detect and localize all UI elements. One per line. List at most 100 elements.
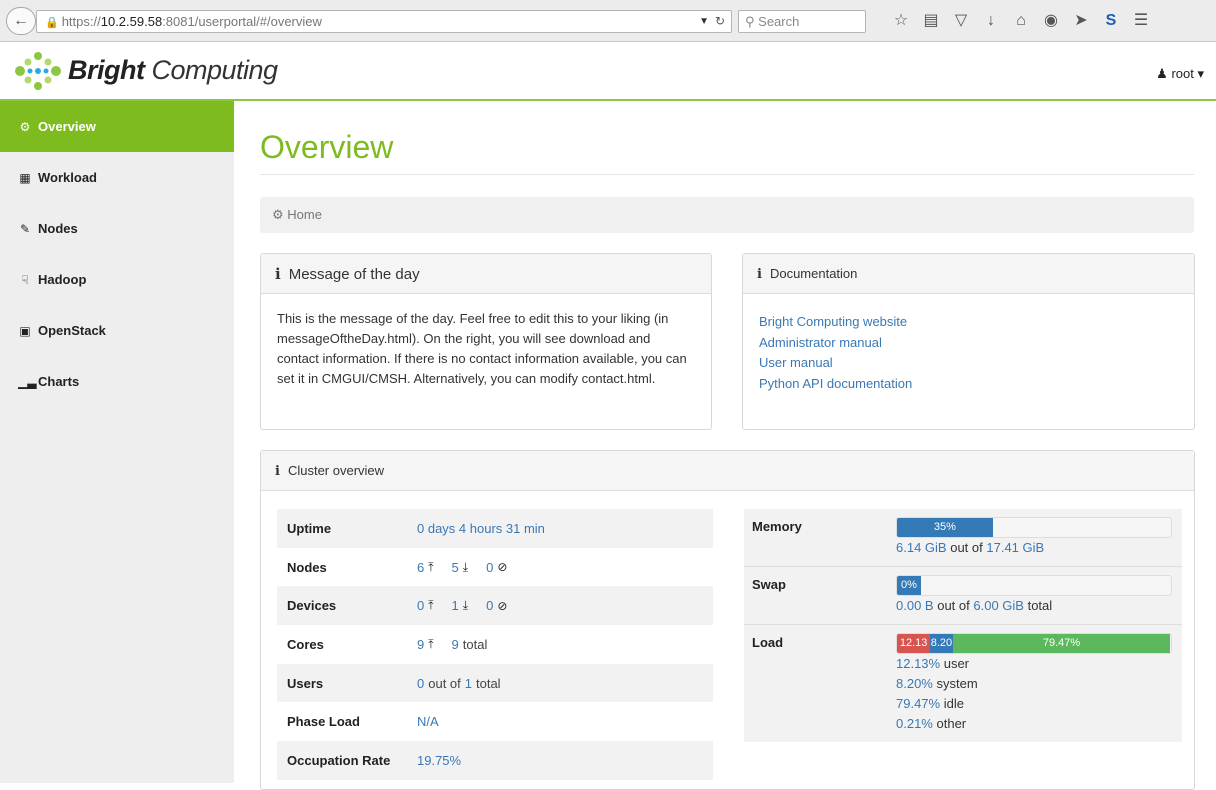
search-input[interactable]: ⚲ Search — [738, 10, 866, 33]
load-idle-segment: 79.47% — [952, 634, 1171, 653]
download-icon[interactable]: ↓ — [980, 10, 1002, 32]
users-total[interactable]: 1 — [465, 676, 472, 691]
sidebar-item-openstack[interactable]: ▣ OpenStack — [0, 305, 234, 356]
arrow-circle-down-icon: ⤓ — [462, 598, 469, 613]
memory-progress-bar: 35% — [896, 517, 1172, 538]
send-icon[interactable]: ➤ — [1070, 10, 1092, 32]
users-active[interactable]: 0 — [417, 676, 424, 691]
arrow-circle-up-icon: ⤒ — [428, 559, 434, 574]
devices-label: Devices — [287, 598, 337, 614]
cores-up[interactable]: 9 — [417, 637, 424, 652]
url-bar[interactable]: 🔒 https://10.2.59.58:8081/userportal/#/ov… — [36, 10, 732, 33]
load-user-segment: 12.13 — [897, 634, 931, 653]
documentation-panel: i Documentation Bright Computing website … — [742, 253, 1195, 430]
hand-icon: ☟ — [21, 272, 29, 287]
caret-down-icon: ▾ — [1197, 66, 1204, 81]
info-icon: i — [275, 265, 281, 283]
nodes-up[interactable]: 5 — [452, 560, 459, 575]
sidebar-item-workload[interactable]: ▦ Workload — [0, 152, 234, 203]
load-progress-bar: 12.13 8.20 79.47% — [896, 633, 1172, 654]
devices-closed[interactable]: 0 — [486, 598, 493, 613]
url-path: :8081/userportal/#/overview — [162, 14, 322, 29]
table-row: Nodes 6 ⤒ 5 ⤓ 0 ⊘ — [277, 548, 713, 587]
cores-value: 9 ⤒ 9 total — [417, 637, 487, 652]
cluster-stats-table: Uptime 0 days 4 hours 31 min Nodes 6 ⤒ 5 ⤓… — [277, 509, 713, 780]
occupation-rate-label: Occupation Rate — [287, 752, 391, 768]
dashboard-icon: ⚙ — [272, 207, 284, 222]
cluster-overview-header: i Cluster overview — [261, 451, 1194, 491]
occupation-rate-value: 19.75% — [417, 752, 462, 768]
doc-link-website[interactable]: Bright Computing website — [759, 312, 1178, 333]
documentation-header: i Documentation — [743, 254, 1194, 294]
documentation-links: Bright Computing website Administrator m… — [743, 294, 1194, 412]
cluster-overview-panel: i Cluster overview Uptime 0 days 4 hours … — [260, 450, 1195, 790]
table-row: Cores 9 ⤒ 9 total — [277, 625, 713, 664]
motd-header: i Message of the day — [261, 254, 711, 294]
lock-icon: 🔒 — [45, 17, 59, 29]
load-user-text: 12.13% user — [896, 656, 970, 671]
memory-label: Memory — [752, 519, 802, 534]
sidebar-item-label: Hadoop — [38, 272, 87, 287]
swap-label: Swap — [752, 577, 786, 592]
back-button[interactable]: ← — [6, 7, 36, 35]
chat-icon[interactable]: ◉ — [1040, 10, 1062, 32]
users-label: Users — [287, 675, 324, 691]
table-row: Users 0 out of 1 total — [277, 663, 713, 703]
swap-text: 0.00 B out of 6.00 GiB total — [896, 598, 1053, 613]
uptime-label: Uptime — [287, 520, 332, 536]
url-dropdown-icon[interactable]: ▼ — [699, 11, 709, 32]
cores-total[interactable]: 9 — [452, 637, 459, 652]
user-menu[interactable]: ♟ root ▾ — [1156, 66, 1204, 82]
arrow-circle-up-icon: ⤒ — [428, 636, 434, 651]
breadcrumb-home[interactable]: Home — [287, 207, 322, 222]
sidebar-item-overview[interactable]: ⚙ Overview — [0, 101, 234, 152]
sidebar-item-charts[interactable]: ▁▃ Charts — [0, 356, 234, 407]
load-idle-text: 79.47% idle — [896, 696, 964, 711]
nodes-value: 6 ⤒ 5 ⤓ 0 ⊘ — [417, 560, 507, 575]
s-extension-icon[interactable]: S — [1100, 10, 1122, 32]
motd-title: Message of the day — [288, 266, 420, 283]
arrow-circle-down-icon: ⤓ — [462, 559, 469, 574]
doc-link-python-api[interactable]: Python API documentation — [759, 374, 1178, 395]
load-other-text: 0.21% other — [896, 716, 967, 731]
menu-icon[interactable]: ☰ — [1130, 10, 1152, 32]
sidebar-item-label: Workload — [38, 170, 97, 185]
home-icon[interactable]: ⌂ — [1010, 10, 1032, 32]
devices-up[interactable]: 0 — [417, 598, 424, 613]
bright-logo-icon — [15, 52, 61, 90]
dashboard-icon: ⚙ — [19, 119, 31, 134]
total-word: total — [476, 675, 501, 691]
table-row: Uptime 0 days 4 hours 31 min — [277, 509, 713, 548]
reading-list-icon[interactable]: ▤ — [920, 10, 942, 32]
ban-icon: ⊘ — [497, 598, 508, 613]
search-placeholder: Search — [758, 14, 800, 29]
brand-name: Bright Computing — [68, 55, 278, 85]
edit-icon: ✎ — [19, 221, 31, 236]
nodes-closed[interactable]: 0 — [486, 560, 493, 575]
load-system-segment: 8.20 — [930, 634, 953, 653]
motd-text: This is the message of the day. Feel fre… — [277, 311, 687, 386]
memory-used-segment: 35% — [897, 518, 993, 537]
app-header: Bright Computing ♟ root ▾ — [0, 42, 1216, 101]
doc-link-user-manual[interactable]: User manual — [759, 353, 1178, 374]
nodes-total[interactable]: 6 — [417, 560, 424, 575]
doc-link-admin-manual[interactable]: Administrator manual — [759, 333, 1178, 354]
ban-icon: ⊘ — [497, 560, 508, 575]
bar-chart-icon: ▁▃ — [18, 374, 37, 389]
devices-down[interactable]: 1 — [452, 598, 459, 613]
arrow-circle-up-icon: ⤒ — [428, 598, 434, 613]
users-value: 0 out of 1 total — [417, 676, 501, 691]
pocket-icon[interactable]: ▽ — [950, 10, 972, 32]
reload-icon[interactable]: ↻ — [715, 11, 725, 32]
sidebar-item-nodes[interactable]: ✎ Nodes — [0, 203, 234, 254]
info-icon: i — [757, 267, 762, 282]
sidebar-item-label: Nodes — [38, 221, 78, 236]
breadcrumb: ⚙ Home — [260, 197, 1194, 233]
sidebar-item-hadoop[interactable]: ☟ Hadoop — [0, 254, 234, 305]
url-prefix: https:// — [61, 14, 101, 29]
bookmark-star-icon[interactable]: ☆ — [890, 10, 912, 32]
uptime-value: 0 days 4 hours 31 min — [417, 520, 545, 536]
search-icon: ⚲ — [745, 14, 755, 29]
sidebar-item-label: Charts — [38, 374, 80, 389]
load-label: Load — [752, 635, 784, 650]
